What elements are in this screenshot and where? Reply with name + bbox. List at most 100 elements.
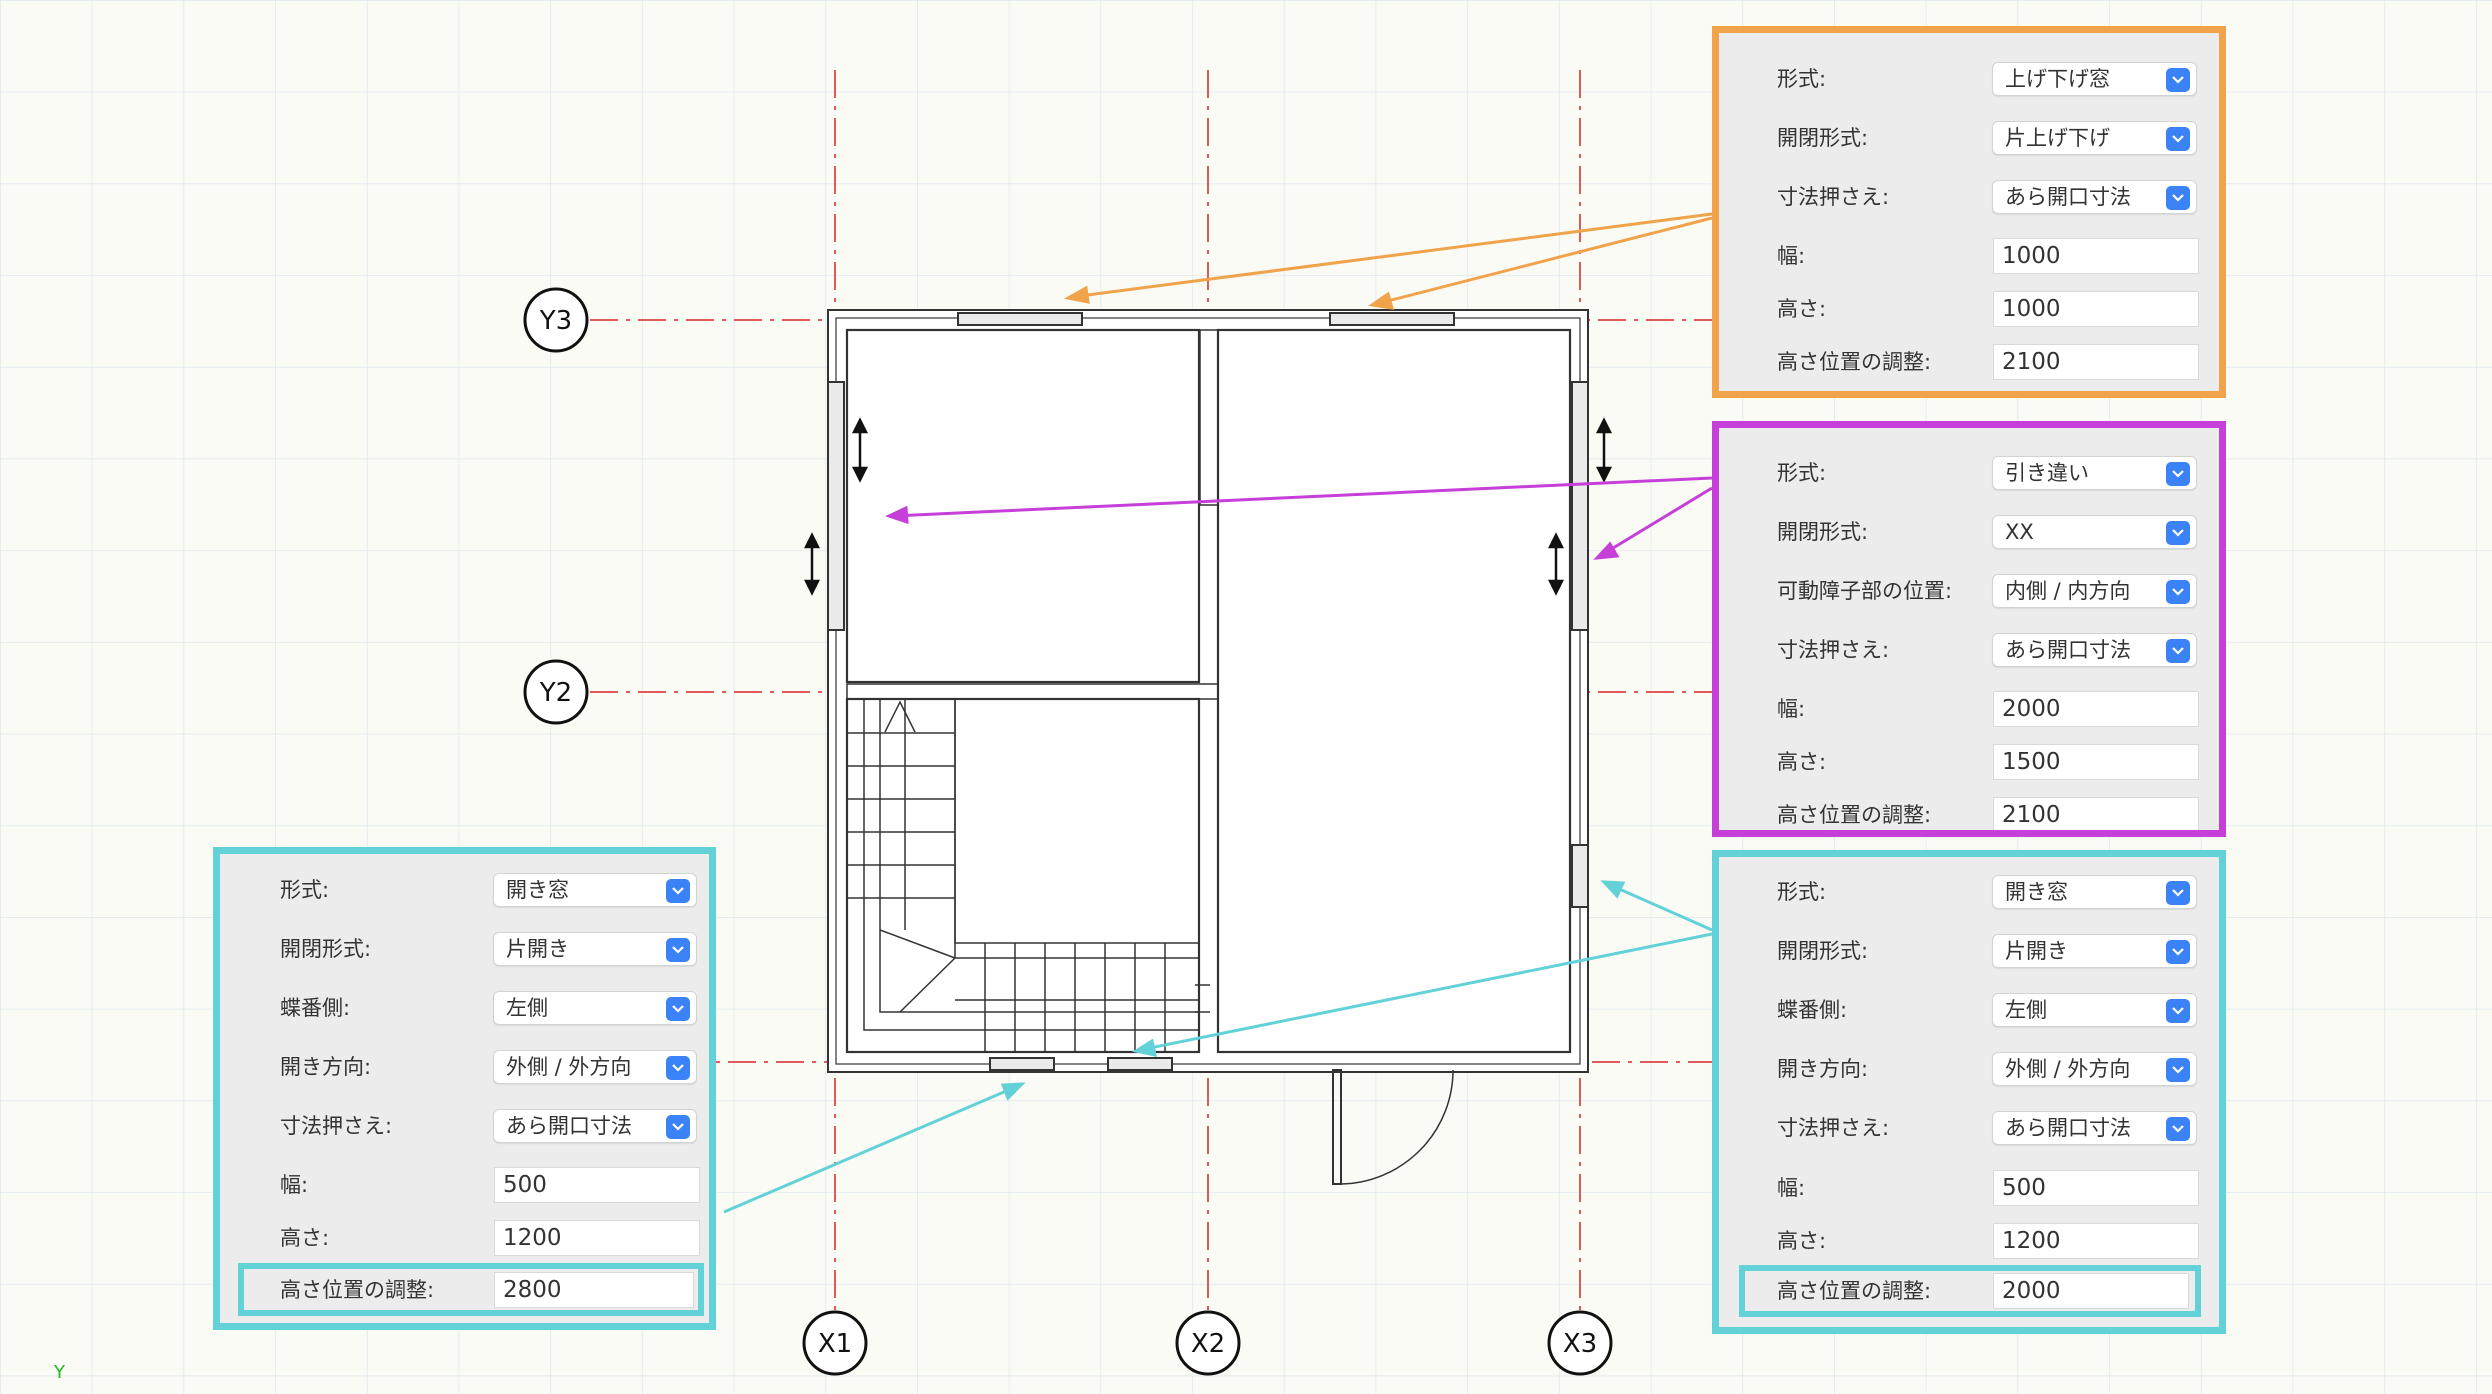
- open-direction-select[interactable]: 外側 / 外方向: [493, 1050, 697, 1084]
- operation-select[interactable]: XX: [1992, 515, 2197, 549]
- type-value: 開き窓: [2005, 880, 2068, 904]
- dimension-basis-value: あら開口寸法: [2005, 1116, 2131, 1140]
- chevron-down-icon: [666, 1056, 690, 1080]
- type-select[interactable]: 上げ下げ窓: [1992, 62, 2197, 96]
- row-width: 幅: 2000: [1719, 684, 2219, 734]
- height-field[interactable]: 1500: [1993, 744, 2199, 780]
- row-open-direction: 開き方向: 外側 / 外方向: [1719, 1044, 2219, 1094]
- width-value: 500: [2002, 1175, 2046, 1201]
- height-field[interactable]: 1200: [1993, 1223, 2199, 1259]
- row-dimension-basis: 寸法押さえ: あら開口寸法: [220, 1101, 709, 1151]
- grid-label-x1: X1: [818, 1329, 852, 1359]
- height-value: 1200: [503, 1225, 562, 1251]
- window-bottom-2: [1107, 1057, 1173, 1071]
- width-field[interactable]: 500: [494, 1167, 700, 1203]
- chevron-down-icon: [2166, 940, 2190, 964]
- height-offset-label: 高さ位置の調整:: [1777, 350, 1932, 374]
- chevron-down-icon: [2166, 580, 2190, 604]
- height-value: 1500: [2002, 749, 2061, 775]
- type-value: 上げ下げ窓: [2005, 67, 2110, 91]
- grid-label-x2: X2: [1191, 1329, 1225, 1359]
- height-offset-label: 高さ位置の調整:: [1777, 803, 1932, 827]
- dimension-basis-value: あら開口寸法: [506, 1114, 632, 1138]
- row-width: 幅: 500: [220, 1160, 709, 1210]
- dimension-basis-select[interactable]: あら開口寸法: [1992, 633, 2197, 667]
- chevron-down-icon: [2166, 68, 2190, 92]
- height-label: 高さ:: [1777, 750, 1827, 774]
- operation-select[interactable]: 片上げ下げ: [1992, 121, 2197, 155]
- row-height: 高さ: 1500: [1719, 737, 2219, 787]
- type-select[interactable]: 開き窓: [493, 873, 697, 907]
- sash-position-select[interactable]: 内側 / 内方向: [1992, 574, 2197, 608]
- height-offset-value: 2800: [503, 1277, 562, 1303]
- width-field[interactable]: 500: [1993, 1170, 2199, 1206]
- operation-label: 開閉形式:: [1777, 520, 1869, 544]
- type-select[interactable]: 開き窓: [1992, 875, 2197, 909]
- row-operation: 開閉形式: 片上げ下げ: [1719, 113, 2219, 163]
- sash-position-label: 可動障子部の位置:: [1777, 579, 1953, 603]
- width-field[interactable]: 1000: [1993, 238, 2199, 274]
- height-offset-field[interactable]: 2800: [494, 1272, 694, 1308]
- type-value: 開き窓: [506, 878, 569, 902]
- row-width: 幅: 500: [1719, 1163, 2219, 1213]
- type-label: 形式:: [280, 878, 330, 902]
- chevron-down-icon: [666, 938, 690, 962]
- properties-panel-double-hung: 形式: 上げ下げ窓 開閉形式: 片上げ下げ 寸法押さえ: あら開口寸法 幅: 1…: [1712, 26, 2226, 398]
- properties-panel-casement-left: 形式: 開き窓 開閉形式: 片開き 蝶番側: 左側 開き方向: 外側 / 外方向: [213, 847, 716, 1330]
- hinge-side-select[interactable]: 左側: [493, 991, 697, 1025]
- height-field[interactable]: 1000: [1993, 291, 2199, 327]
- dimension-basis-select[interactable]: あら開口寸法: [493, 1109, 697, 1143]
- operation-select[interactable]: 片開き: [1992, 934, 2197, 968]
- operation-label: 開閉形式:: [280, 937, 372, 961]
- properties-panel-casement-right: 形式: 開き窓 開閉形式: 片開き 蝶番側: 左側 開き方向: 外側 / 外方向: [1712, 850, 2226, 1334]
- height-offset-field[interactable]: 2000: [1993, 1273, 2189, 1309]
- building-walls: [827, 309, 1589, 1073]
- dimension-basis-label: 寸法押さえ:: [1777, 1116, 1890, 1140]
- chevron-down-icon: [2166, 462, 2190, 486]
- chevron-down-icon: [2166, 127, 2190, 151]
- dimension-basis-select[interactable]: あら開口寸法: [1992, 180, 2197, 214]
- row-open-direction: 開き方向: 外側 / 外方向: [220, 1042, 709, 1092]
- grid-label-x3: X3: [1563, 1329, 1597, 1359]
- height-offset-label: 高さ位置の調整:: [280, 1278, 435, 1302]
- type-select[interactable]: 引き違い: [1992, 456, 2197, 490]
- operation-select[interactable]: 片開き: [493, 932, 697, 966]
- height-offset-field[interactable]: 2100: [1993, 344, 2199, 380]
- height-label: 高さ:: [280, 1226, 330, 1250]
- dimension-basis-select[interactable]: あら開口寸法: [1992, 1111, 2197, 1145]
- type-label: 形式:: [1777, 67, 1827, 91]
- window-left-sliding: [827, 381, 845, 631]
- operation-value: 片開き: [2005, 939, 2068, 963]
- panel-body: 形式: 開き窓 開閉形式: 片開き 蝶番側: 左側 開き方向: 外側 / 外方向: [220, 854, 709, 1323]
- hinge-side-select[interactable]: 左側: [1992, 993, 2197, 1027]
- outer-wall: [827, 309, 1589, 1073]
- operation-value: 片開き: [506, 937, 569, 961]
- operation-value: 片上げ下げ: [2005, 126, 2110, 150]
- dimension-basis-label: 寸法押さえ:: [1777, 638, 1890, 662]
- open-direction-select[interactable]: 外側 / 外方向: [1992, 1052, 2197, 1086]
- width-value: 500: [503, 1172, 547, 1198]
- chevron-down-icon: [2166, 186, 2190, 210]
- row-height-offset: 高さ位置の調整: 2800: [220, 1265, 709, 1315]
- window-bottom-1: [989, 1057, 1055, 1071]
- height-label: 高さ:: [1777, 1229, 1827, 1253]
- row-type: 形式: 開き窓: [1719, 867, 2219, 917]
- operation-label: 開閉形式:: [1777, 939, 1869, 963]
- row-type: 形式: 引き違い: [1719, 448, 2219, 498]
- width-field[interactable]: 2000: [1993, 691, 2199, 727]
- chevron-down-icon: [666, 879, 690, 903]
- width-value: 2000: [2002, 696, 2061, 722]
- row-type: 形式: 開き窓: [220, 865, 709, 915]
- open-direction-label: 開き方向:: [280, 1055, 372, 1079]
- width-label: 幅:: [1777, 244, 1806, 268]
- chevron-down-icon: [2166, 1058, 2190, 1082]
- row-operation: 開閉形式: 片開き: [1719, 926, 2219, 976]
- type-label: 形式:: [1777, 880, 1827, 904]
- row-width: 幅: 1000: [1719, 231, 2219, 281]
- row-height: 高さ: 1000: [1719, 284, 2219, 334]
- row-dimension-basis: 寸法押さえ: あら開口寸法: [1719, 172, 2219, 222]
- height-offset-field[interactable]: 2100: [1993, 797, 2199, 830]
- dimension-basis-value: あら開口寸法: [2005, 638, 2131, 662]
- height-field[interactable]: 1200: [494, 1220, 700, 1256]
- width-label: 幅:: [1777, 697, 1806, 721]
